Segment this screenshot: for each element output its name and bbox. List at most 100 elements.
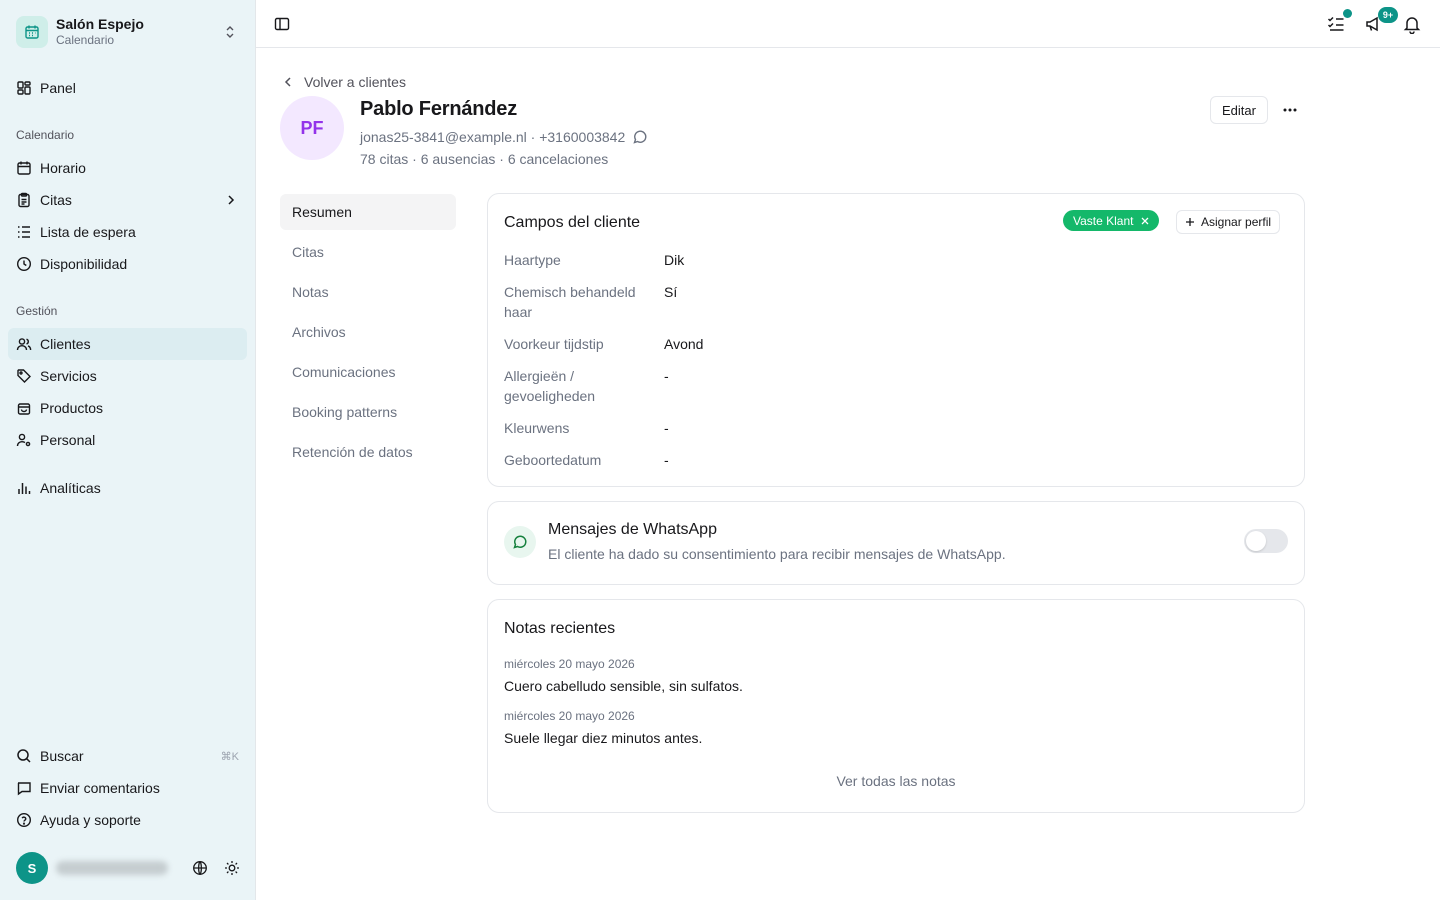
assign-profile-button[interactable]: Asignar perfil <box>1176 210 1281 234</box>
user-name-redacted <box>56 861 168 875</box>
shopping-bag-icon <box>16 400 32 416</box>
contact-separator: · <box>526 129 540 145</box>
field-value: - <box>664 420 669 436</box>
keyboard-shortcut: ⌘K <box>220 750 239 763</box>
search-icon <box>16 748 32 764</box>
card-title: Notas recientes <box>504 620 616 637</box>
tab-notas[interactable]: Notas <box>280 274 456 310</box>
sidebar-item-label: Analíticas <box>40 480 101 496</box>
section-label-calendar: Calendario <box>16 128 75 142</box>
card-title: Campos del cliente <box>504 214 641 231</box>
tab-booking-patterns[interactable]: Booking patterns <box>280 394 456 430</box>
field-value: Avond <box>664 336 704 352</box>
sidebar-item-disponibilidad[interactable]: Disponibilidad <box>8 248 247 280</box>
sidebar-item-label: Productos <box>40 400 104 416</box>
chevron-right-icon <box>223 192 239 208</box>
client-avatar: PF <box>280 96 344 160</box>
field-label: Geboortedatum <box>504 452 602 468</box>
note-text: Suele llegar diez minutos antes. <box>504 730 703 746</box>
user-menu[interactable]: S <box>16 852 248 884</box>
sidebar: Salón Espejo Calendario Panel Calendario… <box>0 0 256 900</box>
sidebar-item-servicios[interactable]: Servicios <box>8 360 247 392</box>
field-label: Voorkeur tijdstip <box>504 336 604 352</box>
whatsapp-card: Mensajes de WhatsApp El cliente ha dado … <box>487 501 1305 585</box>
message-circle-icon[interactable] <box>632 129 648 145</box>
sidebar-item-personal[interactable]: Personal <box>8 424 247 456</box>
sidebar-item-clientes[interactable]: Clientes <box>8 328 247 360</box>
tab-citas[interactable]: Citas <box>280 234 456 270</box>
field-label: Chemisch behandeld haar <box>504 284 636 320</box>
calendar-icon <box>16 16 48 48</box>
sidebar-item-label: Citas <box>40 192 72 208</box>
sidebar-item-horario[interactable]: Horario <box>8 152 247 184</box>
sidebar-item-analiticas[interactable]: Analíticas <box>8 472 247 504</box>
plus-icon <box>1185 217 1195 227</box>
tasks-icon[interactable] <box>1326 9 1352 34</box>
client-name: Pablo Fernández <box>360 98 518 120</box>
calendar-icon <box>16 160 32 176</box>
tab-resumen[interactable]: Resumen <box>280 194 456 230</box>
sidebar-item-label: Buscar <box>40 748 84 764</box>
sidebar-item-label: Lista de espera <box>40 224 136 240</box>
sun-icon[interactable] <box>224 860 240 876</box>
sidebar-item-label: Disponibilidad <box>40 256 128 272</box>
note-text: Cuero cabelludo sensible, sin sulfatos. <box>504 678 743 694</box>
sidebar-item-panel[interactable]: Panel <box>8 72 247 104</box>
topbar: 9+ <box>256 0 1440 48</box>
bar-chart-icon <box>16 480 32 496</box>
help-circle-icon <box>16 812 32 828</box>
sidebar-item-label: Panel <box>40 80 76 96</box>
client-email[interactable]: jonas25-3841@example.nl <box>360 129 527 145</box>
section-label-management: Gestión <box>16 304 58 318</box>
clipboard-icon <box>16 192 32 208</box>
field-value: Dik <box>664 252 685 268</box>
users-icon <box>16 336 32 352</box>
tag-icon <box>16 368 32 384</box>
profile-tag: Vaste Klant <box>1063 210 1160 231</box>
tab-retencion-de-datos[interactable]: Retención de datos <box>280 434 456 470</box>
edit-button[interactable]: Editar <box>1210 96 1268 124</box>
profile-tag-label: Vaste Klant <box>1073 213 1134 228</box>
recent-notes-card: Notas recientes miércoles 20 mayo 2026 C… <box>487 599 1305 813</box>
sidebar-item-label: Enviar comentarios <box>40 780 160 796</box>
workspace-switcher[interactable]: Salón Espejo Calendario <box>16 14 246 50</box>
client-contact: jonas25-3841@example.nl · +3160003842 <box>360 129 648 145</box>
field-label: Kleurwens <box>504 420 570 436</box>
field-label: Allergieën / gevoeligheden <box>504 368 596 404</box>
sidebar-item-ayuda-y-soporte[interactable]: Ayuda y soporte <box>8 804 247 836</box>
whatsapp-description: El cliente ha dado su consentimiento par… <box>548 546 1006 562</box>
client-fields-card: Campos del cliente Vaste Klant Asignar p… <box>487 193 1305 487</box>
whatsapp-toggle[interactable] <box>1244 529 1288 553</box>
back-to-clients-link[interactable]: Volver a clientes <box>284 73 406 91</box>
chevron-left-icon <box>284 76 296 88</box>
workspace-name: Salón Espejo <box>56 16 144 32</box>
bell-icon[interactable] <box>1402 14 1422 34</box>
field-value: Sí <box>664 284 678 300</box>
sidebar-item-label: Ayuda y soporte <box>40 812 141 828</box>
sidebar-item-productos[interactable]: Productos <box>8 392 247 424</box>
status-dot <box>1343 9 1352 18</box>
user-cog-icon <box>16 432 32 448</box>
view-all-notes-link[interactable]: Ver todas las notas <box>488 773 1304 789</box>
sidebar-item-enviar-comentarios[interactable]: Enviar comentarios <box>8 772 247 804</box>
sidebar-item-label: Horario <box>40 160 86 176</box>
tab-comunicaciones[interactable]: Comunicaciones <box>280 354 456 390</box>
globe-icon[interactable] <box>192 860 208 876</box>
client-phone[interactable]: +3160003842 <box>539 129 625 145</box>
sidebar-item-buscar[interactable]: Buscar ⌘K <box>8 740 247 772</box>
sidebar-item-lista-de-espera[interactable]: Lista de espera <box>8 216 247 248</box>
dashboard-icon <box>16 80 32 96</box>
sidebar-item-label: Personal <box>40 432 96 448</box>
sidebar-toggle-icon[interactable] <box>274 16 290 32</box>
sidebar-item-citas[interactable]: Citas <box>8 184 247 216</box>
list-icon <box>16 224 32 240</box>
message-icon <box>16 780 32 796</box>
tab-archivos[interactable]: Archivos <box>280 314 456 350</box>
megaphone-icon[interactable]: 9+ <box>1364 7 1398 34</box>
sidebar-item-label: Clientes <box>40 336 91 352</box>
toggle-knob <box>1246 531 1266 551</box>
back-label: Volver a clientes <box>304 74 406 90</box>
more-options-icon[interactable] <box>1278 96 1302 124</box>
close-icon[interactable] <box>1141 217 1149 225</box>
client-stats: 78 citas · 6 ausencias · 6 cancelaciones <box>360 151 609 167</box>
